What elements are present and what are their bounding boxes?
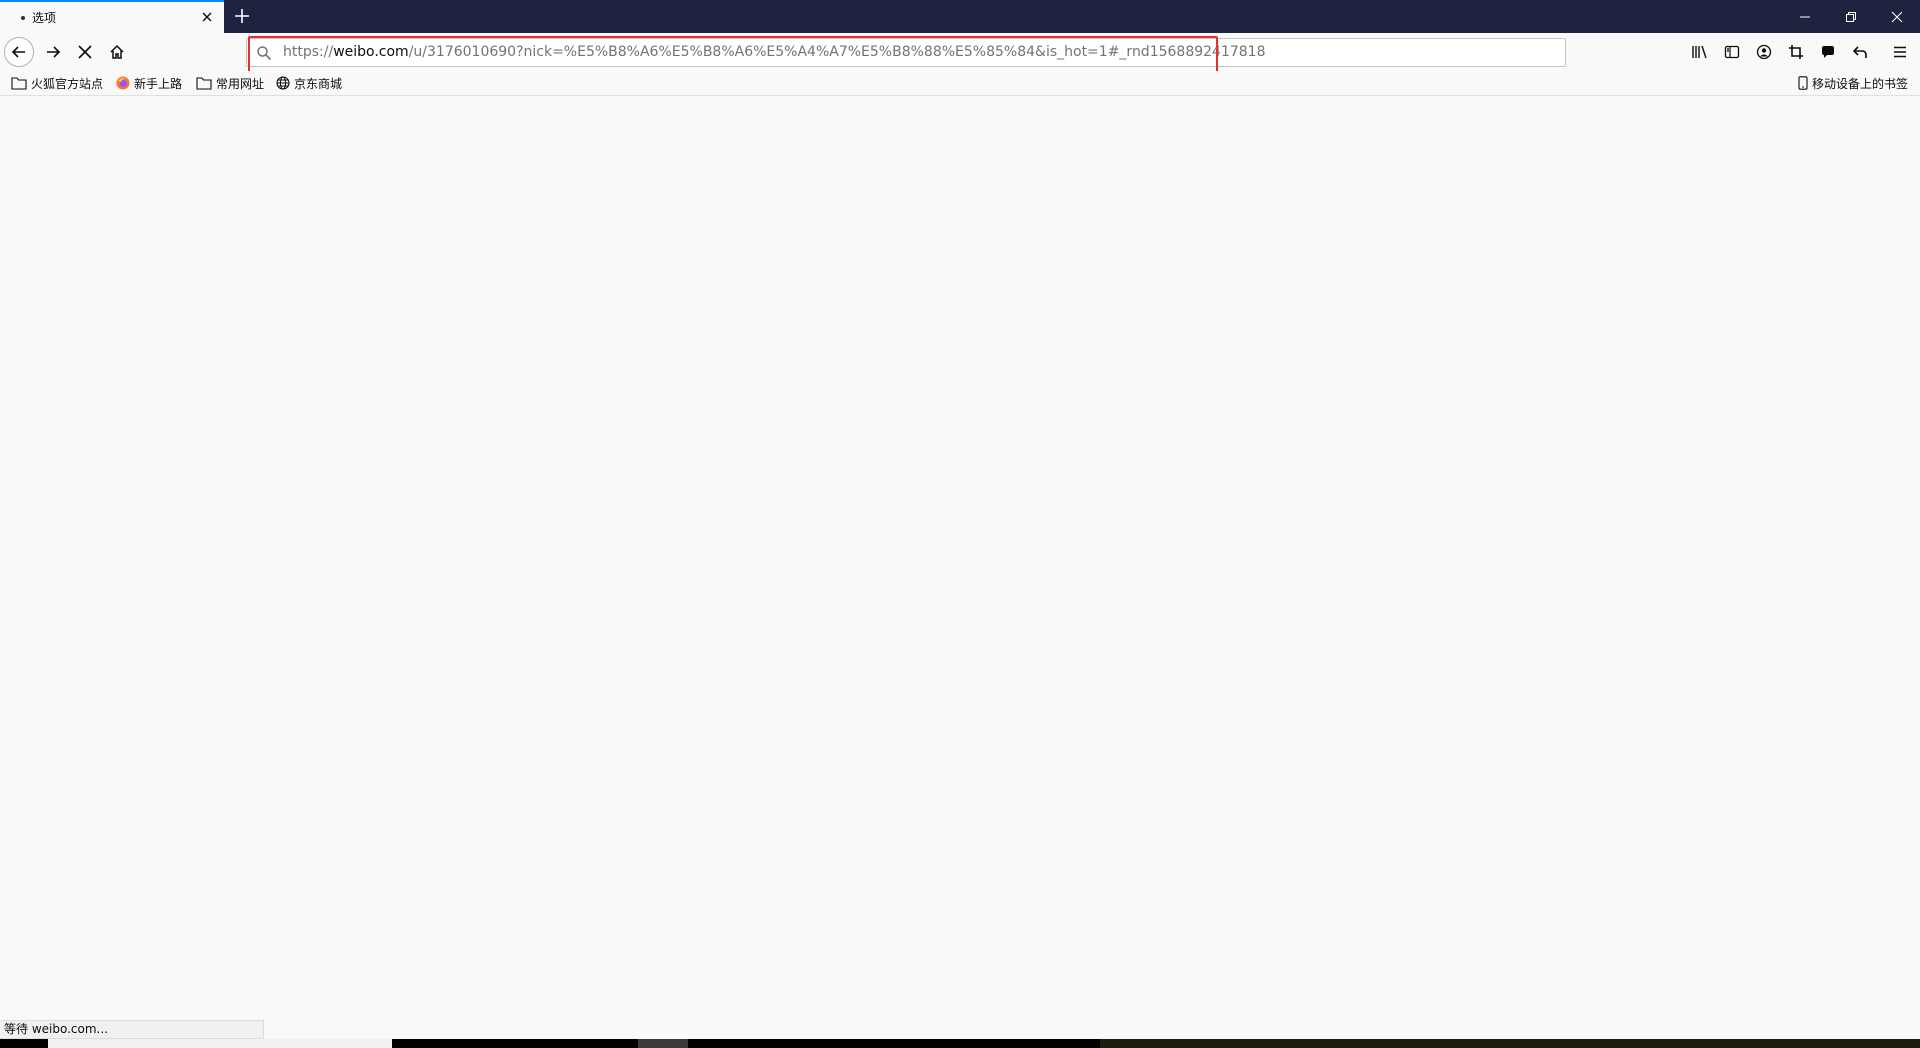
account-icon bbox=[1756, 44, 1772, 60]
bookmark-label: 新手上路 bbox=[134, 76, 183, 91]
page-content bbox=[0, 96, 1920, 1037]
library-icon bbox=[1692, 45, 1707, 59]
bookmark-label: 火狐官方站点 bbox=[31, 76, 104, 91]
url-path: /u/3176010690?nick=%E5%B8%A6%E5%B8%A6%E5… bbox=[408, 44, 1266, 60]
back-button[interactable] bbox=[4, 37, 34, 67]
home-button[interactable] bbox=[102, 37, 132, 67]
new-tab-icon[interactable] bbox=[232, 6, 252, 26]
mobile-device-icon bbox=[1798, 76, 1808, 90]
taskbar-app-button[interactable] bbox=[638, 1039, 688, 1048]
account-button[interactable] bbox=[1754, 42, 1774, 62]
stop-icon bbox=[78, 45, 92, 59]
search-icon bbox=[257, 46, 272, 61]
restore-icon bbox=[1846, 11, 1856, 22]
crop-icon bbox=[1789, 45, 1803, 59]
navigation-toolbar: https://weibo.com/u/3176010690?nick=%E5%… bbox=[0, 33, 1920, 71]
tab-active[interactable]: 选项 bbox=[0, 0, 224, 33]
tab-title: 选项 bbox=[32, 11, 57, 25]
mobile-bookmarks-label: 移动设备上的书签 bbox=[1812, 76, 1909, 91]
bookmark-item[interactable]: 京东商城 bbox=[276, 74, 342, 92]
address-bar[interactable]: https://weibo.com/u/3176010690?nick=%E5%… bbox=[246, 38, 1566, 67]
chat-bubble-icon bbox=[1822, 46, 1834, 58]
minimize-icon bbox=[1800, 16, 1810, 17]
bookmark-label: 京东商城 bbox=[294, 76, 343, 91]
folder-icon bbox=[196, 77, 212, 90]
globe-icon bbox=[276, 76, 290, 90]
chat-button[interactable] bbox=[1818, 42, 1838, 62]
stop-button[interactable] bbox=[70, 37, 100, 67]
bookmark-label: 常用网址 bbox=[216, 76, 265, 91]
url-text[interactable]: https://weibo.com/u/3176010690?nick=%E5%… bbox=[283, 44, 1266, 60]
arrow-left-icon bbox=[11, 46, 25, 58]
restore-button[interactable] bbox=[1828, 0, 1874, 33]
bookmark-item[interactable]: 常用网址 bbox=[196, 74, 264, 92]
tab-strip: 选项 bbox=[0, 0, 1920, 33]
minimize-button[interactable] bbox=[1782, 0, 1828, 33]
screenshot-button[interactable] bbox=[1786, 42, 1806, 62]
status-panel: 等待 weibo.com... bbox=[0, 1020, 264, 1039]
menu-button[interactable] bbox=[1890, 42, 1910, 62]
taskbar-search-box[interactable] bbox=[48, 1039, 392, 1048]
undo-button[interactable] bbox=[1850, 42, 1870, 62]
close-icon bbox=[1891, 11, 1903, 22]
tab-close-icon[interactable] bbox=[200, 10, 214, 24]
home-icon bbox=[110, 44, 124, 59]
forward-button[interactable] bbox=[38, 37, 68, 67]
tab-loading-dot bbox=[21, 15, 25, 20]
undo-icon bbox=[1852, 46, 1867, 58]
bookmark-item[interactable]: 新手上路 bbox=[116, 74, 182, 92]
arrow-right-icon bbox=[47, 46, 61, 58]
url-host: weibo.com bbox=[333, 44, 409, 60]
hamburger-menu-icon bbox=[1894, 46, 1906, 58]
url-prefix: https:// bbox=[283, 44, 334, 60]
bookmarks-toolbar: 火狐官方站点 新手上路 常用网址 京东商城 移动设备上的书签 bbox=[0, 71, 1920, 96]
firefox-icon bbox=[116, 76, 130, 90]
close-window-button[interactable] bbox=[1874, 0, 1920, 33]
sidebar-button[interactable] bbox=[1722, 42, 1742, 62]
folder-icon bbox=[11, 77, 27, 90]
sidebar-icon bbox=[1724, 45, 1740, 59]
taskbar-tray bbox=[1100, 1039, 1920, 1048]
os-taskbar bbox=[0, 1039, 1920, 1048]
library-button[interactable] bbox=[1690, 42, 1710, 62]
mobile-bookmarks-item[interactable]: 移动设备上的书签 bbox=[1798, 74, 1908, 92]
bookmark-item[interactable]: 火狐官方站点 bbox=[11, 74, 103, 92]
